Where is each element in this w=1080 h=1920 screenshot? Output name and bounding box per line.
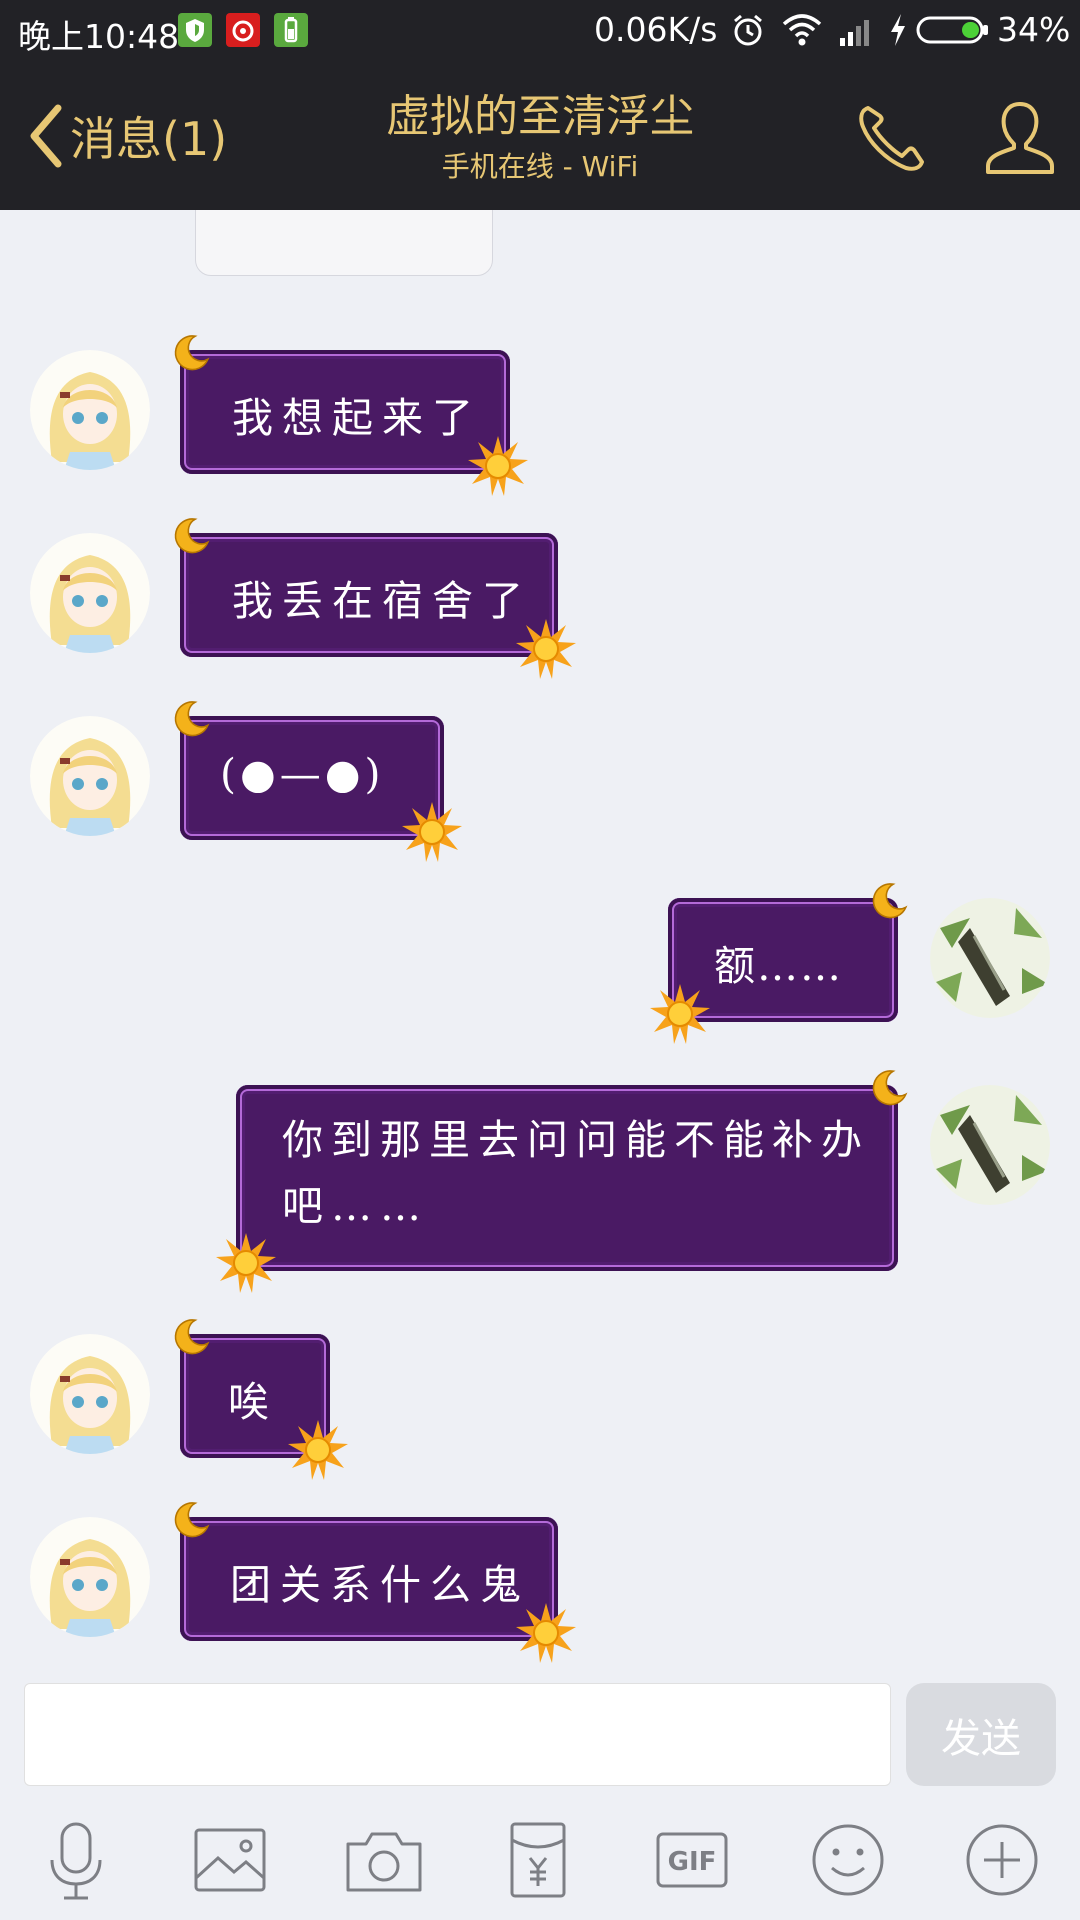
moon-icon: [170, 515, 212, 557]
moon-icon: [170, 1499, 212, 1541]
message-bubble[interactable]: 团关系什么鬼: [180, 1517, 558, 1641]
camera-icon: [346, 1832, 422, 1892]
microphone-icon: [50, 1822, 102, 1900]
alarm-icon: [730, 12, 766, 56]
chat-message-list[interactable]: 我想起来了 我丢在宿舍了 (●—●) 额…… 你到那里去问问能不能补办吧…… 唉…: [0, 210, 1080, 1675]
battery-percent: 34%: [997, 10, 1071, 49]
moon-icon: [868, 1067, 910, 1109]
message-text: 团关系什么鬼: [230, 1561, 530, 1609]
contact-avatar[interactable]: [30, 533, 150, 653]
voice-input-button[interactable]: [34, 1818, 118, 1902]
message-bubble[interactable]: 我想起来了: [180, 350, 510, 474]
message-text: 唉: [228, 1378, 278, 1426]
contact-avatar[interactable]: [30, 1517, 150, 1637]
gif-icon: GIF: [656, 1832, 728, 1888]
shield-app-icon: [178, 13, 212, 47]
gif-button[interactable]: GIF: [650, 1818, 734, 1902]
sun-icon: [514, 617, 578, 681]
my-avatar[interactable]: [930, 898, 1050, 1018]
message-row: (●—●): [0, 696, 1080, 862]
message-text: 我丢在宿舍了: [232, 577, 532, 625]
contact-profile-button[interactable]: [980, 98, 1060, 178]
sun-icon: [400, 800, 464, 864]
moon-icon: [170, 1316, 212, 1358]
message-text: 额……: [714, 942, 843, 990]
message-text: 我想起来了: [232, 394, 482, 442]
svg-text:GIF: GIF: [668, 1847, 717, 1877]
contact-avatar[interactable]: [30, 350, 150, 470]
battery-app-icon: [274, 13, 308, 47]
previous-message-bubble: [195, 210, 493, 276]
signal-icon: [838, 12, 876, 56]
message-bubble[interactable]: 我丢在宿舍了: [180, 533, 558, 657]
my-avatar[interactable]: [930, 1085, 1050, 1205]
battery-icon: [916, 12, 990, 56]
input-toolbar: GIF: [0, 1800, 1080, 1920]
message-row: 团关系什么鬼: [0, 1497, 1080, 1663]
camera-button[interactable]: [342, 1818, 426, 1902]
back-chevron-icon: [30, 104, 62, 168]
message-row: 我丢在宿舍了: [0, 513, 1080, 679]
moon-icon: [170, 698, 212, 740]
message-row: 唉: [0, 1314, 1080, 1480]
sun-icon: [514, 1601, 578, 1665]
image-icon: [194, 1828, 266, 1892]
status-time: 晚上10:48: [18, 17, 180, 56]
red-packet-icon: [510, 1822, 566, 1898]
network-speed: 0.06K/s: [594, 10, 718, 49]
voice-call-button[interactable]: [852, 98, 932, 178]
contact-name: 虚拟的至清浮尘: [386, 91, 694, 142]
more-button[interactable]: [960, 1818, 1044, 1902]
message-input[interactable]: [24, 1683, 891, 1786]
back-button[interactable]: 消息(1): [28, 96, 227, 176]
message-bubble[interactable]: 你到那里去问问能不能补办吧……: [236, 1085, 898, 1271]
emoji-icon: [812, 1824, 884, 1896]
moon-icon: [868, 880, 910, 922]
photo-button[interactable]: [188, 1818, 272, 1902]
contact-title-block[interactable]: 虚拟的至清浮尘 手机在线 - WiFi: [300, 88, 780, 186]
emoji-button[interactable]: [806, 1818, 890, 1902]
chat-header: 消息(1) 虚拟的至清浮尘 手机在线 - WiFi: [0, 60, 1080, 210]
charging-icon: [888, 12, 908, 56]
profile-icon: [986, 102, 1054, 174]
contact-status: 手机在线 - WiFi: [441, 150, 639, 183]
message-row: 我想起来了: [0, 330, 1080, 496]
contact-avatar[interactable]: [30, 716, 150, 836]
back-label: 消息(1): [70, 112, 228, 166]
message-text: 你到那里去问问能不能补办吧……: [282, 1116, 870, 1230]
sun-icon: [286, 1418, 350, 1482]
status-bar: 晚上10:48 0.06K/s 34%: [0, 0, 1080, 60]
plus-icon: [966, 1824, 1038, 1896]
message-row: 你到那里去问问能不能补办吧……: [0, 1065, 1080, 1293]
sun-icon: [648, 982, 712, 1046]
phone-icon: [859, 106, 924, 171]
send-button[interactable]: 发送: [906, 1683, 1056, 1786]
wifi-icon: [782, 12, 822, 56]
contact-avatar[interactable]: [30, 1334, 150, 1454]
netease-music-icon: [226, 13, 260, 47]
message-row: 额……: [0, 878, 1080, 1044]
moon-icon: [170, 332, 212, 374]
red-packet-button[interactable]: [496, 1818, 580, 1902]
message-text: (●—●): [220, 750, 385, 798]
sun-icon: [214, 1231, 278, 1295]
sun-icon: [466, 434, 530, 498]
